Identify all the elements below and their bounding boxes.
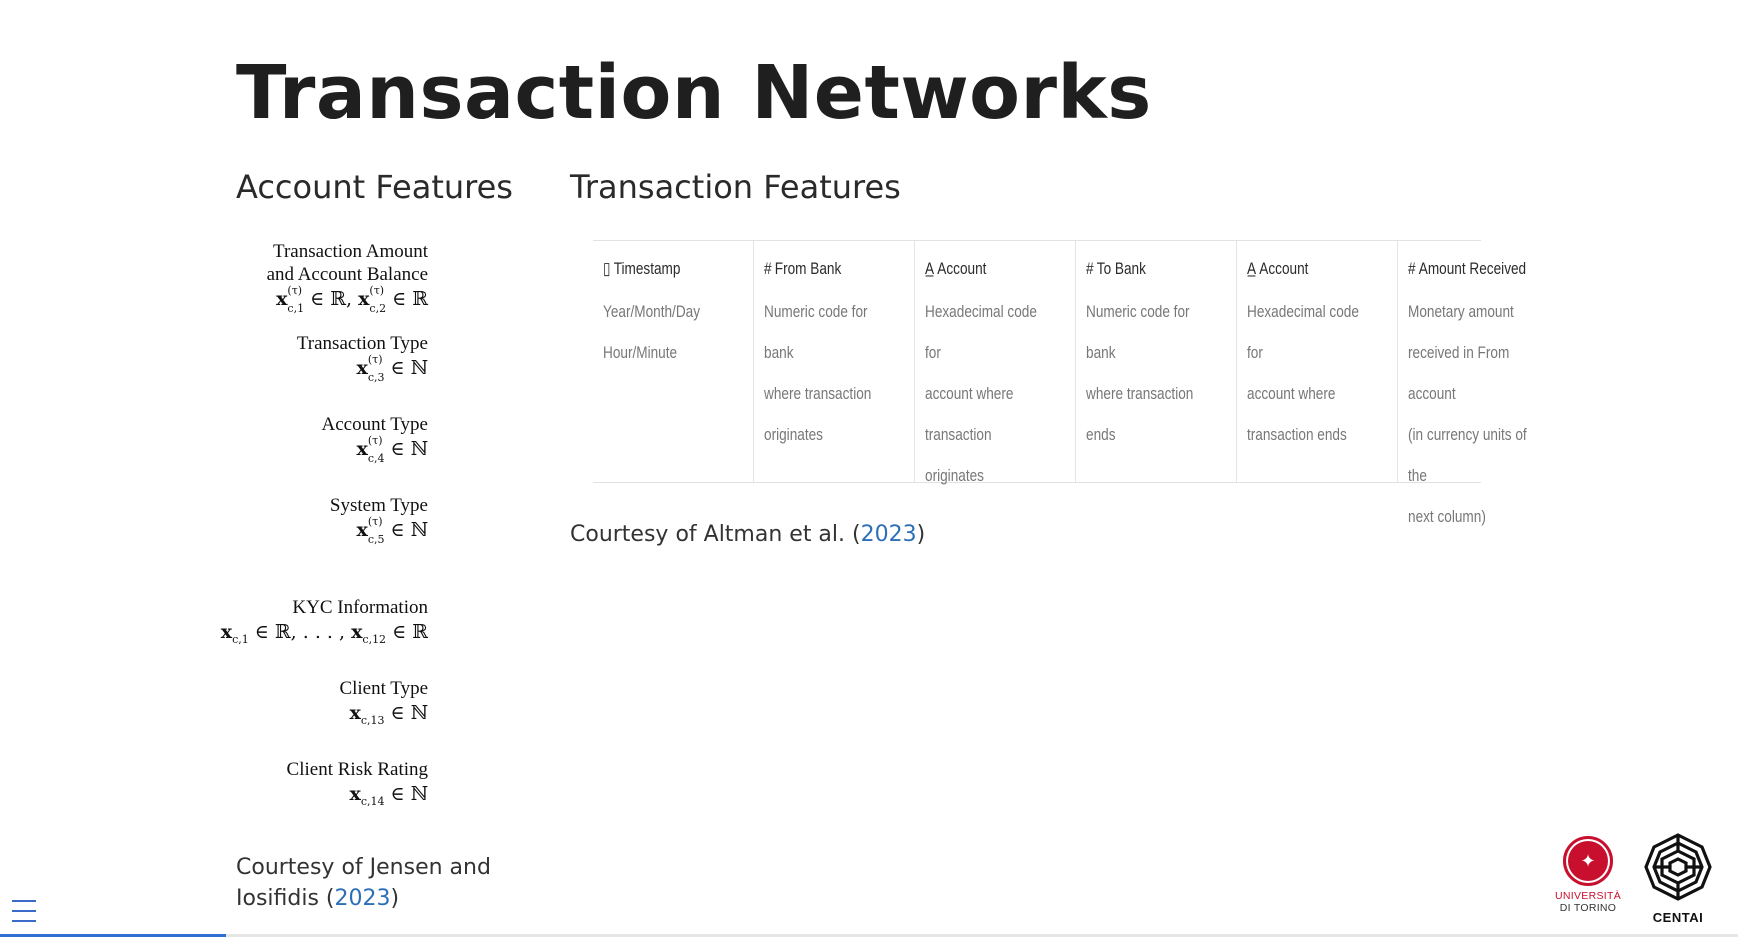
column-header: A̲ Account <box>925 259 987 278</box>
university-name: UNIVERSITÀ DI TORINO <box>1554 890 1621 914</box>
citation-year-link[interactable]: 2023 <box>335 886 391 911</box>
transaction-features-table: ▯ Timestamp Year/Month/Day Hour/Minute # F… <box>593 240 1527 526</box>
feature-label: and Account Balance <box>266 264 428 285</box>
feature-label: System Type <box>329 495 428 516</box>
menu-icon[interactable] <box>12 900 36 922</box>
feature-account-type: Account Type x(τ) c,4 ∈ ℕ <box>322 413 429 464</box>
feature-label: Account Type <box>321 414 429 435</box>
feature-transaction-type: Transaction Type x(τ) c,3 ∈ ℕ <box>297 332 428 383</box>
centai-logo: CENTAI <box>1640 831 1716 925</box>
account-features-heading: Account Features <box>236 168 513 206</box>
university-of-turin-logo: ✦ UNIVERSITÀ DI TORINO <box>1550 836 1626 914</box>
column-header: # Amount Received <box>1408 259 1527 278</box>
feature-label: Client Risk Rating <box>286 759 428 780</box>
feature-label: Transaction Type <box>296 333 428 354</box>
feature-math: x(τ) c,1 ∈ ℝ, x(τ) c,2 ∈ ℝ <box>276 284 428 315</box>
text-type-icon: A̲ <box>1247 259 1257 278</box>
hash-icon: # <box>1086 259 1094 278</box>
column-description: Numeric code for bank where transaction … <box>764 302 872 444</box>
table-column: A̲ Account Hexadecimal code for account w… <box>914 241 1075 485</box>
feature-label: Client Type <box>339 678 428 699</box>
courtesy-jensen: Courtesy of Jensen and Iosifidis (2023) <box>236 852 496 914</box>
hash-icon: # <box>1408 259 1416 278</box>
courtesy-text: Courtesy of Altman et al. ( <box>570 522 861 547</box>
centai-label: CENTAI <box>1652 910 1704 925</box>
table-column: # Amount Received Monetary amount receive… <box>1397 241 1558 526</box>
feature-transaction-amount: Transaction Amount and Account Balance x… <box>267 240 428 314</box>
table-column: # To Bank Numeric code for bank where tra… <box>1075 241 1236 482</box>
feature-math: x(τ) c,3 ∈ ℕ <box>356 353 429 384</box>
feature-kyc-information: KYC Information xc,1 ∈ ℝ, . . . , xc,12 … <box>221 596 428 653</box>
column-header: # To Bank <box>1086 259 1146 278</box>
feature-math: x(τ) c,5 ∈ ℕ <box>356 515 429 546</box>
hash-icon: # <box>764 259 772 278</box>
feature-client-risk-rating: Client Risk Rating xc,14 ∈ ℕ <box>287 758 428 815</box>
column-header: A̲ Account <box>1247 259 1309 278</box>
feature-math: xc,14 ∈ ℕ <box>349 783 429 808</box>
feature-math: xc,13 ∈ ℕ <box>349 702 429 727</box>
column-description: Year/Month/Day Hour/Minute <box>603 302 701 362</box>
citation-year-link[interactable]: 2023 <box>861 522 917 547</box>
calendar-icon: ▯ <box>603 259 611 278</box>
column-header: ▯ Timestamp <box>603 259 681 278</box>
text-type-icon: A̲ <box>925 259 935 278</box>
column-header: # From Bank <box>764 259 842 278</box>
transaction-features-heading: Transaction Features <box>570 168 901 206</box>
university-seal-icon: ✦ <box>1563 836 1613 886</box>
column-description: Numeric code for bank where transaction … <box>1086 302 1194 444</box>
feature-math: x(τ) c,4 ∈ ℕ <box>356 434 429 465</box>
table-column: ▯ Timestamp Year/Month/Day Hour/Minute <box>593 241 753 482</box>
slide-title: Transaction Networks <box>236 50 1152 136</box>
table-column: # From Bank Numeric code for bank where t… <box>753 241 914 482</box>
feature-client-type: Client Type xc,13 ∈ ℕ <box>339 677 428 734</box>
column-description: Monetary amount received in From account… <box>1408 302 1527 526</box>
feature-label: KYC Information <box>292 597 428 618</box>
feature-label: Transaction Amount <box>273 241 428 262</box>
column-description: Hexadecimal code for account where trans… <box>1247 302 1359 444</box>
feature-math: xc,1 ∈ ℝ, . . . , xc,12 ∈ ℝ <box>220 621 428 646</box>
feature-system-type: System Type x(τ) c,5 ∈ ℕ <box>330 494 428 545</box>
courtesy-altman: Courtesy of Altman et al. (2023) <box>570 522 925 547</box>
column-description: Hexadecimal code for account where trans… <box>925 302 1037 485</box>
table-column: A̲ Account Hexadecimal code for account w… <box>1236 241 1397 482</box>
centai-knot-icon <box>1644 833 1712 901</box>
courtesy-close: ) <box>390 886 400 911</box>
courtesy-close: ) <box>916 522 926 547</box>
